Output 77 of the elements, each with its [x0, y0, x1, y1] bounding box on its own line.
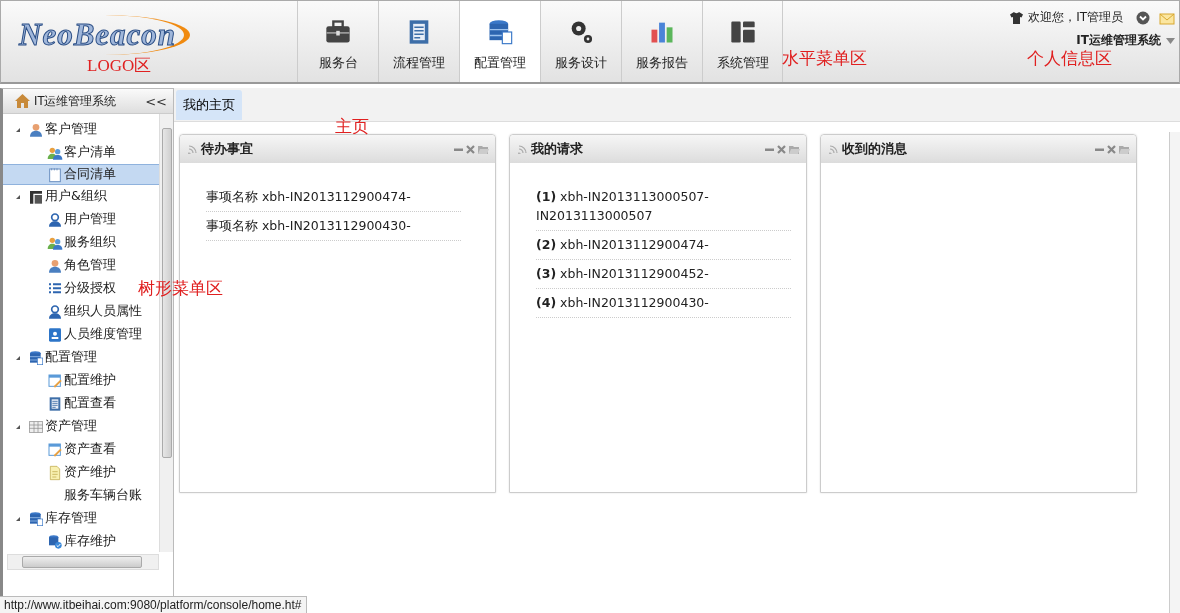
tree-item[interactable]: 人员维度管理 [3, 323, 142, 346]
close-icon[interactable] [777, 144, 786, 154]
nav-tab[interactable]: 服务报告 [621, 1, 702, 82]
shirt-icon [1010, 11, 1024, 24]
folder-icon[interactable] [478, 144, 489, 154]
sidebar-title: IT运维管理系统 [34, 93, 118, 109]
mail-icon[interactable] [1159, 10, 1175, 25]
portlet-title: 我的请求 [531, 140, 584, 158]
nav-tab[interactable]: 系统管理 [702, 1, 783, 82]
annotation-label: LOGO区 [87, 55, 152, 77]
nav-tab[interactable]: 配置管理 [459, 1, 540, 82]
person-icon [28, 121, 44, 138]
folder-icon[interactable] [1119, 144, 1130, 154]
folder-icon[interactable] [789, 144, 800, 154]
person-icon [47, 257, 63, 274]
logo: NeoBeacon [19, 15, 191, 55]
tree-item[interactable]: 库存管理 [3, 507, 97, 530]
document-icon [47, 395, 63, 412]
nav-tab[interactable]: 服务台 [297, 1, 378, 82]
grid-icon [28, 418, 44, 435]
edit-icon [47, 441, 63, 458]
list-item[interactable]: 事项名称 xbh-IN2013112900430- [206, 212, 461, 241]
building-icon [28, 188, 44, 205]
tree-item[interactable]: 角色管理 [3, 254, 116, 277]
nav-tab[interactable]: 服务设计 [540, 1, 621, 82]
tree-item[interactable]: 客户管理 [3, 118, 97, 141]
tree-item[interactable]: 库存维护 [3, 530, 116, 552]
dbcheck-icon [47, 533, 63, 550]
tree-item[interactable]: 配置维护 [3, 369, 116, 392]
tree-item[interactable]: 配置管理 [3, 346, 97, 369]
annotation-label: 个人信息区 [1027, 47, 1112, 70]
tree-item[interactable]: 资产维护 [3, 461, 116, 484]
tree-item[interactable]: 服务车辆台账 [3, 484, 142, 507]
collapse-button[interactable]: << [145, 93, 167, 109]
annotation-label: 水平菜单区 [782, 47, 867, 70]
briefcase-icon [324, 17, 352, 46]
list-item[interactable]: (2) xbh-IN2013112900474- [536, 231, 791, 260]
user-icon [47, 211, 63, 228]
feed-icon [829, 144, 838, 154]
annotation-label: 树形菜单区 [138, 277, 223, 300]
close-icon[interactable] [1107, 144, 1116, 154]
tree-item[interactable]: 资产管理 [3, 415, 97, 438]
list-item[interactable]: (3) xbh-IN2013112900452- [536, 260, 791, 289]
list-item[interactable]: 事项名称 xbh-IN2013112900474- [206, 183, 461, 212]
database-icon [28, 349, 44, 366]
list-item[interactable]: (1) xbh-IN2013113000507-IN2013113000507 [536, 183, 791, 231]
tree-item[interactable]: 用户&组织 [3, 185, 107, 208]
tree-item[interactable]: 配置查看 [3, 392, 116, 415]
tree-item[interactable]: 分级授权 [3, 277, 116, 300]
feed-icon [518, 144, 527, 154]
tree-item[interactable]: 用户管理 [3, 208, 116, 231]
list-item[interactable]: (4) xbh-IN2013112900430- [536, 289, 791, 318]
welcome-text: 欢迎您，IT管理员 [1028, 9, 1123, 26]
tree-item[interactable]: 服务组织 [3, 231, 116, 254]
tree-item[interactable]: 组织人员属性 [3, 300, 142, 323]
tree-item[interactable]: 资产查看 [3, 438, 116, 461]
tree-item[interactable]: 合同清单 [3, 164, 159, 185]
notepad-icon [47, 166, 63, 183]
tree-item[interactable]: 客户清单 [3, 141, 116, 164]
home-icon [15, 94, 30, 108]
annotation-label: 主页 [335, 115, 369, 138]
database-icon [28, 510, 44, 527]
system-switcher[interactable]: IT运维管理系统 [1076, 32, 1161, 49]
scrollbar[interactable] [7, 554, 159, 570]
tab[interactable]: 我的主页 [176, 90, 242, 120]
card-icon [47, 326, 63, 343]
page-icon [47, 464, 63, 481]
portlet-title: 收到的消息 [842, 140, 908, 158]
close-icon[interactable] [466, 144, 475, 154]
status-bar: http://www.itbeihai.com:9080/platform/console/home.ht# [0, 596, 307, 613]
scrollbar[interactable] [1169, 132, 1180, 613]
dropdown-icon[interactable] [1136, 10, 1150, 25]
edit-icon [47, 372, 63, 389]
portlet-title: 待办事宜 [201, 140, 254, 158]
feed-icon [188, 144, 197, 154]
user-icon [47, 303, 63, 320]
caret-icon[interactable] [1166, 37, 1175, 44]
